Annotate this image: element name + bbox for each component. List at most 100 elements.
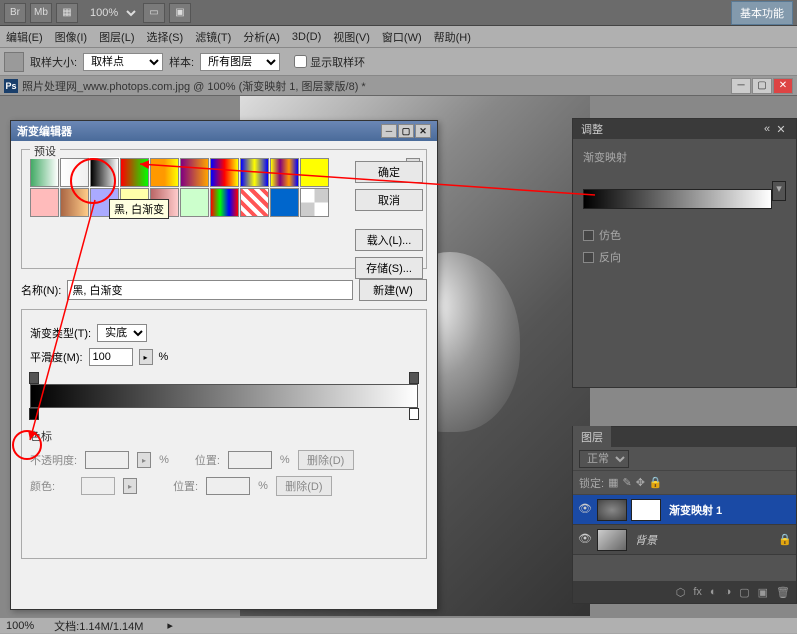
menu-3d[interactable]: 3D(D): [292, 31, 321, 43]
gradient-bar[interactable]: [30, 384, 418, 408]
status-flyout-icon[interactable]: ▸: [167, 619, 173, 632]
preset-swatch-0[interactable]: [30, 158, 59, 187]
dialog-close-icon[interactable]: ✕: [415, 124, 431, 138]
lock-transparent-icon[interactable]: ▦: [608, 476, 618, 489]
mask-icon[interactable]: ◐: [710, 586, 717, 598]
preset-swatch-11[interactable]: [60, 188, 89, 217]
color-stop-right[interactable]: [409, 408, 419, 420]
workspace-button[interactable]: 基本功能: [731, 1, 793, 25]
preset-swatch-8[interactable]: [270, 158, 299, 187]
new-layer-icon[interactable]: ▣: [758, 586, 768, 599]
menu-select[interactable]: 选择(S): [147, 29, 184, 45]
document-tab: Ps 照片处理网_www.photops.com.jpg @ 100% (渐变映…: [0, 76, 797, 96]
mask-thumb: [631, 499, 661, 521]
options-bar: 取样大小: 取样点 样本: 所有图层 显示取样环: [0, 48, 797, 76]
eyedropper-tool-icon[interactable]: [4, 52, 24, 72]
zoom-select[interactable]: 100%: [82, 4, 139, 22]
preset-swatch-1[interactable]: [60, 158, 89, 187]
ok-button[interactable]: 确定: [355, 161, 423, 183]
screen-mode-icon[interactable]: ▣: [169, 3, 191, 23]
menu-layer[interactable]: 图层(L): [99, 29, 134, 45]
menu-filter[interactable]: 滤镜(T): [195, 29, 231, 45]
fx-icon[interactable]: fx: [693, 586, 702, 598]
minibridge-icon[interactable]: Mb: [30, 3, 52, 23]
preset-swatch-4[interactable]: [150, 158, 179, 187]
sample-size-select[interactable]: 取样点: [83, 53, 163, 71]
layer-gradient-map[interactable]: 👁 渐变映射 1: [573, 495, 796, 525]
arrange-icon[interactable]: ▭: [143, 3, 165, 23]
cancel-button[interactable]: 取消: [355, 189, 423, 211]
gradient-type-label: 渐变类型(T):: [30, 325, 91, 341]
show-ring-checkbox[interactable]: 显示取样环: [294, 54, 365, 70]
name-input[interactable]: [67, 280, 353, 300]
load-button[interactable]: 载入(L)...: [355, 229, 423, 251]
close-icon[interactable]: ✕: [773, 78, 793, 94]
bridge-icon[interactable]: Br: [4, 3, 26, 23]
status-zoom: 100%: [6, 620, 34, 632]
adjustment-name: 渐变映射: [583, 149, 786, 165]
opacity-position-label: 位置:: [195, 452, 220, 468]
menu-edit[interactable]: 编辑(E): [6, 29, 43, 45]
visibility-icon[interactable]: 👁: [577, 532, 593, 548]
reverse-checkbox[interactable]: 反向: [583, 249, 786, 265]
lock-brush-icon[interactable]: ✎: [622, 476, 631, 489]
panel-close-icon[interactable]: ✕: [774, 123, 788, 136]
menu-image[interactable]: 图像(I): [55, 29, 87, 45]
gradient-preview[interactable]: [583, 189, 772, 209]
gradient-dropdown-icon[interactable]: ▾: [772, 181, 786, 201]
delete-opacity-button: 删除(D): [298, 450, 354, 470]
menu-view[interactable]: 视图(V): [333, 29, 370, 45]
percent-label: %: [159, 351, 169, 363]
preset-swatch-16[interactable]: [210, 188, 239, 217]
menu-analysis[interactable]: 分析(A): [243, 29, 280, 45]
save-button[interactable]: 存储(S)...: [355, 257, 423, 279]
preset-swatch-17[interactable]: [240, 188, 269, 217]
preset-swatch-10[interactable]: [30, 188, 59, 217]
trash-icon[interactable]: 🗑: [776, 586, 790, 599]
lock-icon: 🔒: [778, 533, 792, 546]
menu-help[interactable]: 帮助(H): [434, 29, 471, 45]
color-position-label: 位置:: [173, 478, 198, 494]
lock-move-icon[interactable]: ✥: [636, 476, 645, 489]
gradient-type-select[interactable]: 实底: [97, 324, 147, 342]
gradient-editor-dialog: 渐变编辑器 ─ ▢ ✕ 预设 ▸ 确定 取消 载入(L)... 存储(S)...…: [10, 120, 438, 610]
dither-checkbox[interactable]: 仿色: [583, 227, 786, 243]
preset-swatch-7[interactable]: [240, 158, 269, 187]
preset-swatch-6[interactable]: [210, 158, 239, 187]
view-extras-icon[interactable]: ▦: [56, 3, 78, 23]
new-button[interactable]: 新建(W): [359, 279, 427, 301]
menu-window[interactable]: 窗口(W): [382, 29, 422, 45]
preset-swatch-9[interactable]: [300, 158, 329, 187]
smoothness-flyout-icon[interactable]: ▸: [139, 349, 153, 365]
preset-swatch-5[interactable]: [180, 158, 209, 187]
dialog-titlebar[interactable]: 渐变编辑器 ─ ▢ ✕: [11, 121, 437, 141]
preset-swatch-18[interactable]: [270, 188, 299, 217]
fill-adjust-icon[interactable]: ◑: [725, 586, 732, 598]
dialog-minimize-icon[interactable]: ─: [381, 124, 397, 138]
maximize-icon[interactable]: ▢: [752, 78, 772, 94]
preset-swatch-3[interactable]: [120, 158, 149, 187]
color-stop-left[interactable]: [29, 408, 39, 420]
panel-collapse-icon[interactable]: «: [760, 123, 774, 136]
menu-bar: 编辑(E) 图像(I) 图层(L) 选择(S) 滤镜(T) 分析(A) 3D(D…: [0, 26, 797, 48]
visibility-icon[interactable]: 👁: [577, 502, 593, 518]
preset-swatch-15[interactable]: [180, 188, 209, 217]
preset-swatch-2[interactable]: [90, 158, 119, 187]
sample-layers-select[interactable]: 所有图层: [200, 53, 280, 71]
minimize-icon[interactable]: ─: [731, 78, 751, 94]
opacity-stop-left[interactable]: [29, 372, 39, 384]
preset-grid: [30, 158, 330, 217]
layers-tab[interactable]: 图层: [573, 426, 611, 448]
presets-label: 预设: [30, 143, 60, 159]
group-icon[interactable]: ▢: [739, 586, 749, 599]
layer-background[interactable]: 👁 背景 🔒: [573, 525, 796, 555]
name-label: 名称(N):: [21, 282, 61, 298]
lock-all-icon[interactable]: 🔒: [649, 476, 663, 489]
preset-swatch-19[interactable]: [300, 188, 329, 217]
opacity-stop-right[interactable]: [409, 372, 419, 384]
blend-mode-select[interactable]: 正常: [579, 450, 629, 468]
smoothness-input[interactable]: [89, 348, 133, 366]
link-icon[interactable]: ⬡: [676, 586, 686, 599]
color-position-input: [206, 477, 250, 495]
dialog-maximize-icon[interactable]: ▢: [398, 124, 414, 138]
